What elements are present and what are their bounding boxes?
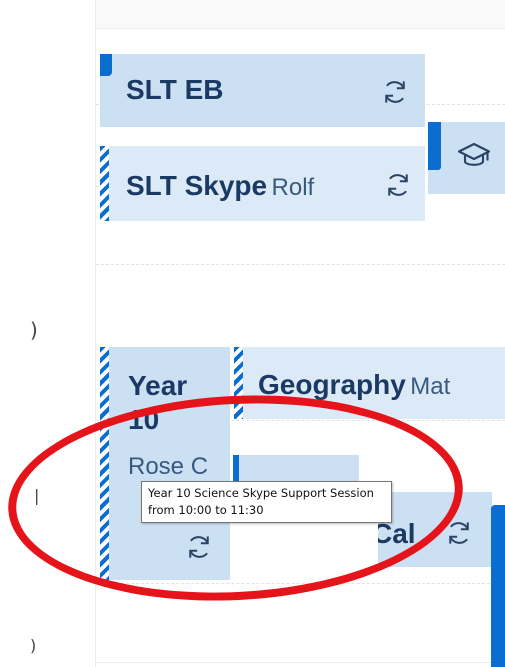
grid-line — [96, 662, 505, 663]
event-course[interactable] — [428, 122, 505, 194]
calendar-header-strip — [96, 0, 505, 29]
time-tick: ) — [30, 318, 38, 342]
event-heading: SLT Skype Rolf — [126, 170, 314, 202]
grid-line — [96, 264, 505, 265]
event-tentative-stripe — [100, 146, 109, 221]
graduation-cap-icon — [457, 142, 491, 166]
event-organizer: Rolf — [271, 174, 315, 201]
event-title: SLT Skype — [126, 170, 268, 201]
event-slt-skype[interactable]: SLT Skype Rolf — [100, 146, 425, 221]
event-title-line: Year — [128, 370, 188, 401]
time-tick: ) — [30, 636, 37, 655]
event-accent-bar[interactable] — [491, 505, 505, 667]
event-title: SLT EB — [126, 74, 224, 105]
sync-icon — [385, 81, 405, 103]
event-slt-eb[interactable]: SLT EB — [100, 54, 425, 127]
event-accent — [428, 122, 441, 170]
sync-icon — [388, 174, 408, 196]
event-accent — [100, 54, 112, 76]
event-organizer: Mat — [410, 373, 451, 400]
